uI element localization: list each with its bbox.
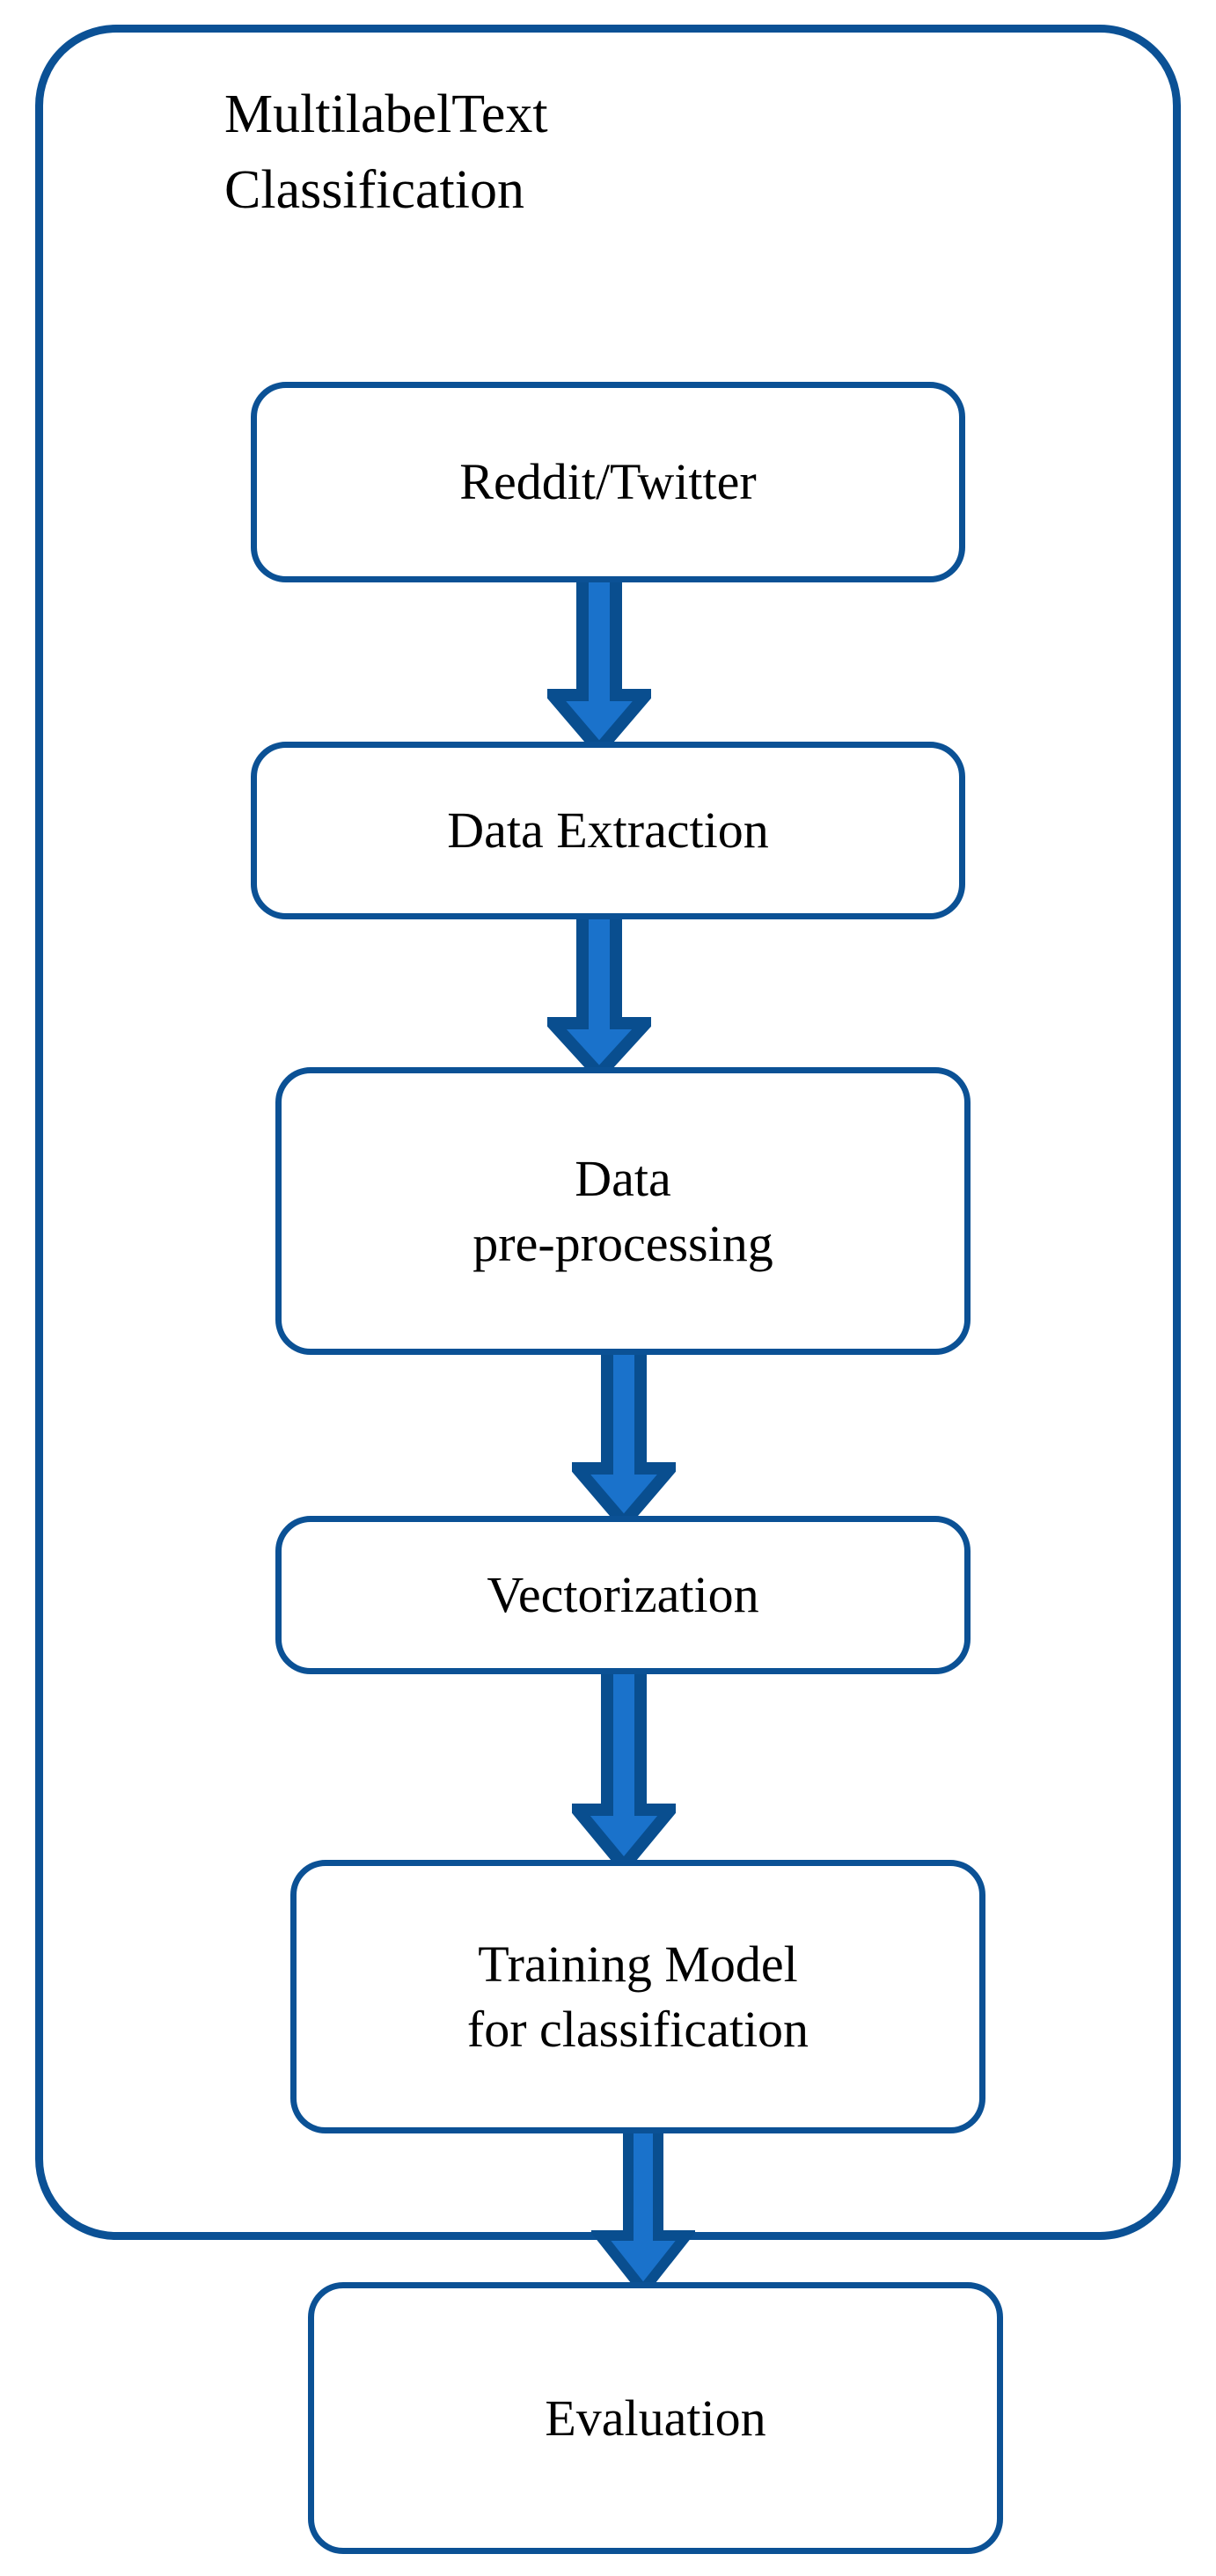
node-evaluation-label: Evaluation <box>545 2389 766 2447</box>
title-line-2: Classification <box>224 159 524 220</box>
diagram-title: MultilabelText Classification <box>224 77 802 228</box>
node-training-model-label: Training Model for classification <box>466 1936 809 2058</box>
arrow-reddit-to-extraction <box>547 574 651 753</box>
arrow-preprocess-to-vectorize <box>572 1346 676 1526</box>
node-vectorization[interactable]: Vectorization <box>275 1516 971 1674</box>
arrow-vectorize-to-training <box>572 1665 676 1870</box>
title-word-multilabel: Multilabel <box>224 84 452 144</box>
arrow-extraction-to-preprocess <box>547 911 651 1078</box>
node-data-extraction[interactable]: Data Extraction <box>251 742 965 919</box>
node-reddit-twitter[interactable]: Reddit/Twitter <box>251 382 965 582</box>
node-evaluation[interactable]: Evaluation <box>308 2282 1003 2554</box>
node-data-preprocessing-label: Data pre-processing <box>472 1150 773 1272</box>
diagram-canvas: MultilabelText Classification Reddit/Twi… <box>0 0 1216 2576</box>
node-reddit-twitter-label: Reddit/Twitter <box>459 453 757 511</box>
node-data-preprocessing[interactable]: Data pre-processing <box>275 1067 971 1355</box>
arrow-training-to-evaluation <box>591 2125 695 2294</box>
title-line-1: MultilabelText <box>224 77 802 153</box>
title-word-text: Text <box>451 84 548 144</box>
node-training-model[interactable]: Training Model for classification <box>290 1860 985 2133</box>
node-vectorization-label: Vectorization <box>487 1566 759 1624</box>
node-data-extraction-label: Data Extraction <box>447 801 769 860</box>
